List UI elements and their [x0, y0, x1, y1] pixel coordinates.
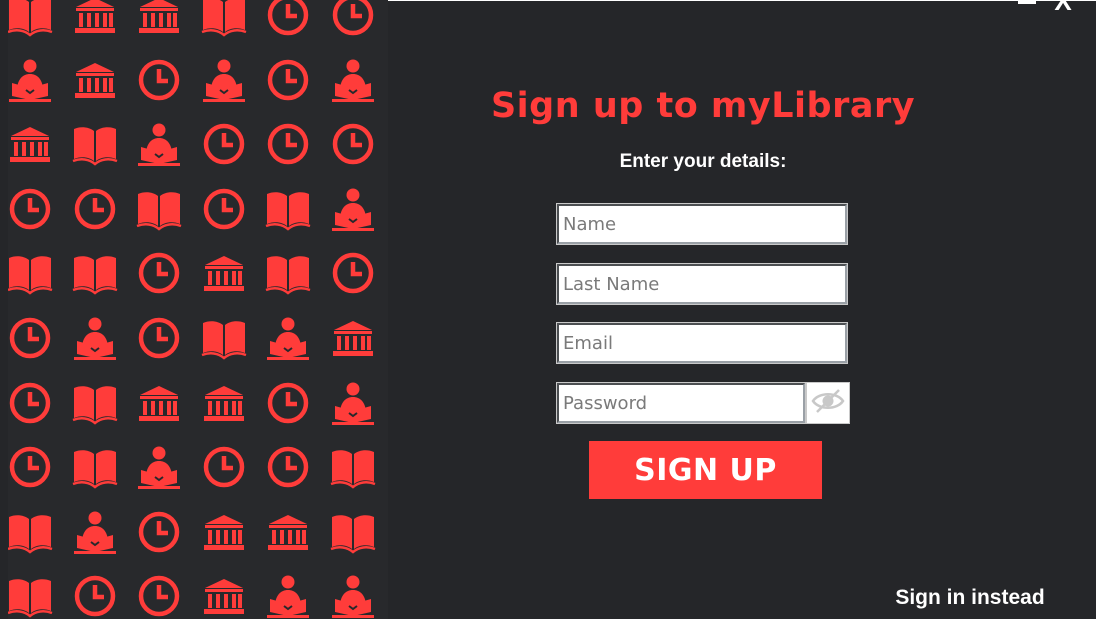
book-icon — [330, 444, 376, 490]
reader-icon — [265, 315, 311, 361]
reader-icon — [330, 186, 376, 232]
clock-icon — [330, 250, 376, 296]
book-icon — [136, 186, 182, 232]
library-building-icon — [201, 573, 247, 619]
clock-icon — [265, 0, 311, 38]
library-building-icon — [330, 315, 376, 361]
page-title: Sign up to myLibrary — [490, 86, 916, 126]
reader-icon — [72, 315, 118, 361]
clock-icon — [72, 186, 118, 232]
form-subtitle: Enter your details: — [619, 151, 787, 172]
clock-icon — [8, 315, 53, 361]
clock-icon — [201, 121, 247, 167]
book-icon — [72, 380, 118, 426]
last-name-field-wrapper — [556, 263, 848, 305]
library-building-icon — [72, 0, 118, 38]
library-building-icon — [136, 0, 182, 38]
name-input[interactable] — [557, 204, 847, 244]
clock-icon — [72, 573, 118, 619]
sign-in-instead-link[interactable]: Sign in instead — [870, 586, 1070, 610]
clock-icon — [265, 380, 311, 426]
reader-icon — [330, 573, 376, 619]
password-field-wrapper — [556, 382, 806, 424]
clock-icon — [136, 250, 182, 296]
email-field-wrapper — [556, 322, 848, 364]
reader-icon — [136, 121, 182, 167]
book-icon — [8, 573, 53, 619]
clock-icon — [265, 444, 311, 490]
clock-icon — [136, 315, 182, 361]
book-icon — [72, 444, 118, 490]
library-building-icon — [72, 57, 118, 103]
app-window: X Sign up to myLibrary Enter your detail… — [0, 0, 1098, 619]
book-icon — [201, 0, 247, 38]
password-input[interactable] — [557, 383, 805, 423]
book-icon — [72, 250, 118, 296]
toggle-password-visibility-button[interactable] — [806, 382, 850, 424]
reader-icon — [8, 57, 53, 103]
name-field-wrapper — [556, 203, 848, 245]
clock-icon — [136, 573, 182, 619]
clock-icon — [265, 57, 311, 103]
window-border — [388, 0, 1098, 1]
book-icon — [72, 121, 118, 167]
clock-icon — [330, 121, 376, 167]
clock-icon — [265, 121, 311, 167]
reader-icon — [330, 380, 376, 426]
library-building-icon — [8, 121, 53, 167]
clock-icon — [8, 380, 53, 426]
minimize-button[interactable] — [1012, 0, 1040, 8]
clock-icon — [136, 57, 182, 103]
reader-icon — [265, 573, 311, 619]
close-button[interactable]: X — [1048, 0, 1078, 14]
book-icon — [265, 186, 311, 232]
reader-icon — [72, 509, 118, 555]
library-building-icon — [201, 509, 247, 555]
book-icon — [330, 509, 376, 555]
book-icon — [201, 315, 247, 361]
clock-icon — [8, 186, 53, 232]
clock-icon — [8, 444, 53, 490]
clock-icon — [330, 0, 376, 38]
minimize-icon — [1018, 0, 1036, 4]
last-name-input[interactable] — [557, 264, 847, 304]
book-icon — [8, 509, 53, 555]
decorative-icon-pattern — [8, 0, 388, 619]
book-icon — [265, 250, 311, 296]
sign-up-button[interactable]: SIGN UP — [589, 441, 822, 499]
library-building-icon — [136, 380, 182, 426]
reader-icon — [330, 57, 376, 103]
email-input[interactable] — [557, 323, 847, 363]
clock-icon — [201, 444, 247, 490]
library-building-icon — [201, 250, 247, 296]
library-building-icon — [201, 380, 247, 426]
library-building-icon — [265, 509, 311, 555]
reader-icon — [136, 444, 182, 490]
clock-icon — [201, 186, 247, 232]
reader-icon — [201, 57, 247, 103]
eye-slash-icon — [811, 387, 845, 420]
book-icon — [8, 250, 53, 296]
clock-icon — [136, 509, 182, 555]
book-icon — [8, 0, 53, 38]
